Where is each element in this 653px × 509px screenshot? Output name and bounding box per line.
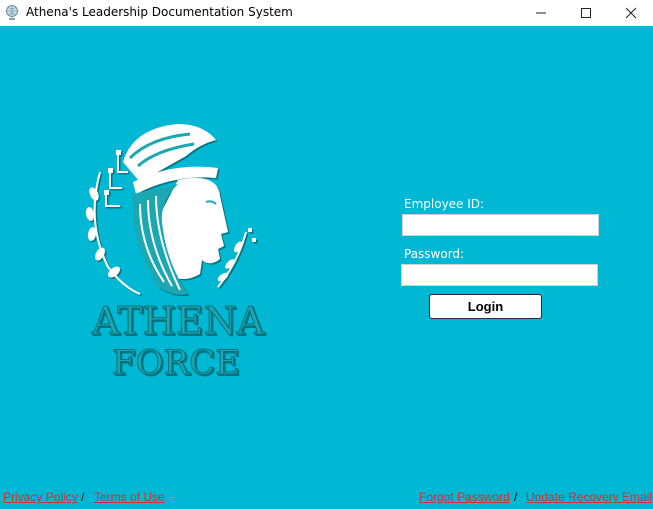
login-window: Athena's Leadership Documentation System (0, 0, 653, 509)
athena-force-logo: ATHENA FORCE (78, 122, 278, 384)
title-bar[interactable]: Athena's Leadership Documentation System (0, 0, 653, 26)
forgot-password-link[interactable]: Forgot Password (419, 490, 510, 504)
password-label: Password: (404, 247, 465, 261)
minimize-button[interactable] (519, 0, 563, 26)
logo-text-athena: ATHENA (91, 299, 265, 343)
employee-id-label: Employee ID: (404, 197, 485, 211)
window-title: Athena's Leadership Documentation System (26, 5, 293, 19)
login-button[interactable]: Login (429, 294, 542, 319)
maximize-icon (581, 8, 591, 18)
terms-of-use-link[interactable]: Terms of Use (94, 490, 165, 504)
athena-helmet-icon (85, 124, 256, 295)
footer-separator: / (514, 490, 518, 504)
update-recovery-email-link[interactable]: Update Recovery Email (526, 490, 652, 504)
app-globe-icon (4, 4, 20, 22)
privacy-policy-link[interactable]: Privacy Policy (3, 490, 78, 504)
minimize-icon (536, 12, 546, 14)
employee-id-input[interactable] (402, 214, 599, 236)
close-icon (625, 7, 637, 19)
footer-separator: / (81, 490, 85, 504)
password-input[interactable] (401, 264, 598, 286)
close-button[interactable] (609, 0, 653, 26)
logo-text-force: FORCE (112, 343, 240, 382)
maximize-button[interactable] (564, 0, 608, 26)
